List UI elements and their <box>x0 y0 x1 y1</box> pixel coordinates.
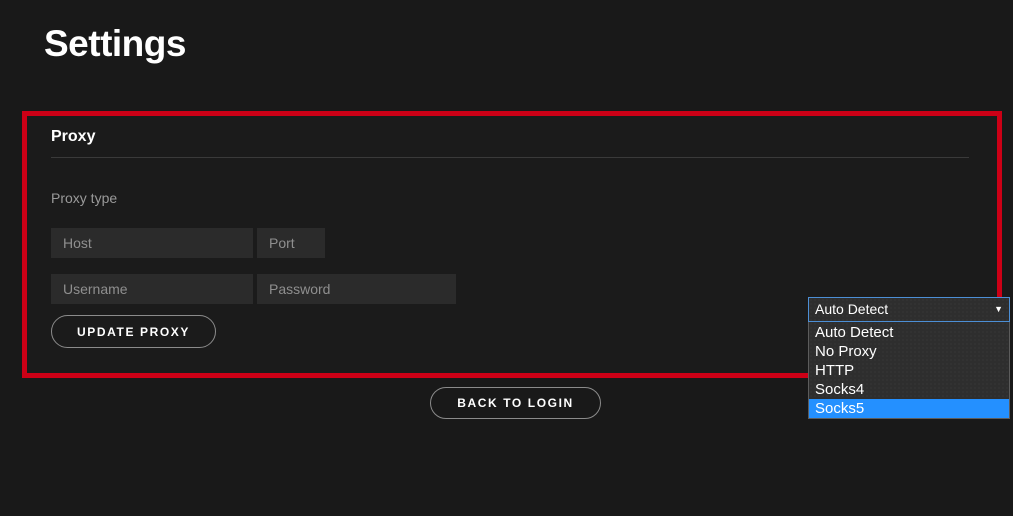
proxy-type-option-list[interactable]: Auto Detect No Proxy HTTP Socks4 Socks5 <box>808 322 1010 419</box>
proxy-type-option[interactable]: Socks4 <box>809 380 1009 399</box>
proxy-type-option[interactable]: HTTP <box>809 361 1009 380</box>
host-input[interactable] <box>51 228 253 258</box>
proxy-settings-card: Proxy Proxy type Update Proxy Auto Detec… <box>22 111 1010 419</box>
proxy-card-inner: Proxy Proxy type Update Proxy Auto Detec… <box>27 116 1010 419</box>
proxy-type-label: Proxy type <box>51 190 118 206</box>
page-title: Settings <box>44 23 186 64</box>
password-input[interactable] <box>257 274 456 304</box>
proxy-type-option[interactable]: Socks5 <box>809 399 1009 418</box>
settings-page: Settings Proxy Proxy type Update Proxy A… <box>0 0 1013 516</box>
back-to-login-button[interactable]: Back to Login <box>430 387 601 419</box>
proxy-type-option[interactable]: Auto Detect <box>809 323 1009 342</box>
proxy-type-option[interactable]: No Proxy <box>809 342 1009 361</box>
section-divider <box>51 157 969 158</box>
port-input[interactable] <box>257 228 325 258</box>
proxy-section-title: Proxy <box>51 128 96 145</box>
proxy-type-selected-value: Auto Detect <box>815 301 889 317</box>
update-proxy-button[interactable]: Update Proxy <box>51 315 216 348</box>
username-input[interactable] <box>51 274 253 304</box>
proxy-type-select[interactable]: Auto Detect ▼ Auto Detect No Proxy HTTP Soc… <box>808 297 1010 419</box>
proxy-type-select-trigger[interactable]: Auto Detect ▼ <box>808 297 1010 322</box>
chevron-down-icon: ▼ <box>994 304 1003 314</box>
